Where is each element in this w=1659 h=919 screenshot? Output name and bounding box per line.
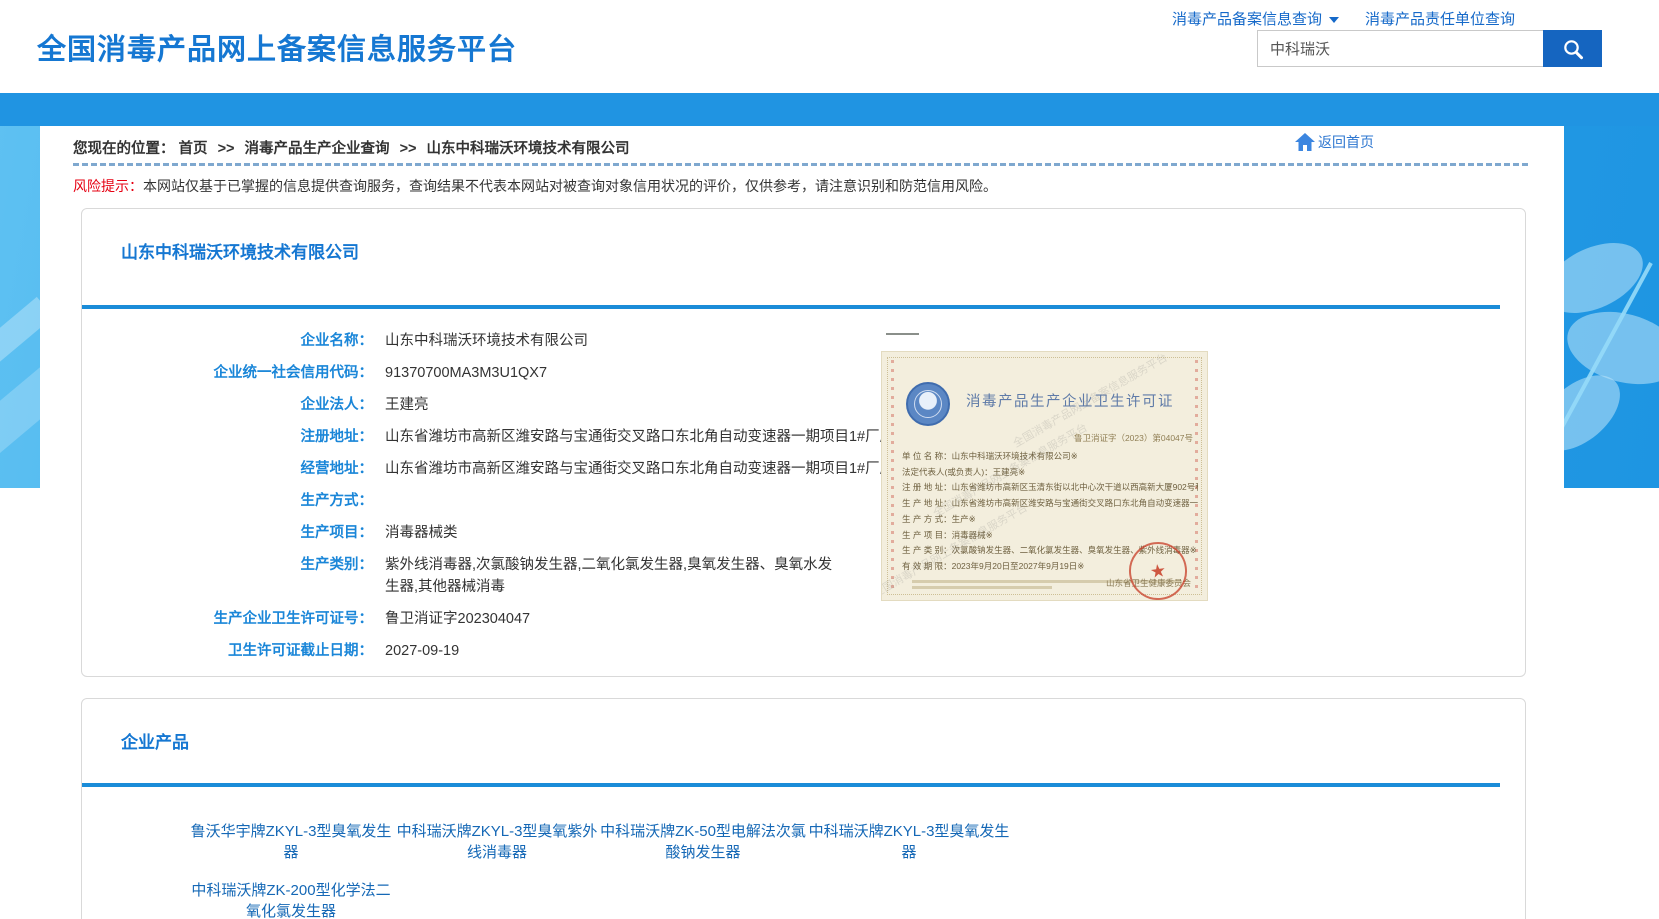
certificate-line: 法定代表人(或负责人)：王建亮※ bbox=[902, 465, 1198, 481]
field-row: 注册地址：山东省潍坊市高新区潍安路与宝通街交叉路口东北角自动变速器一期项目1#厂… bbox=[82, 421, 1525, 453]
product-link[interactable]: 中科瑞沃牌ZKYL-3型臭氧紫外线消毒器 bbox=[394, 821, 600, 863]
field-value: 91370700MA3M3U1QX7 bbox=[373, 362, 547, 384]
certificate-edge-dots bbox=[891, 360, 894, 592]
search-icon bbox=[1561, 37, 1585, 61]
header-blue-band bbox=[0, 93, 1659, 126]
field-value: 王建亮 bbox=[373, 394, 429, 416]
certificate-line: 生 产 方 式：生产※ bbox=[902, 512, 1198, 528]
home-icon bbox=[1294, 132, 1316, 152]
nav-link-label: 消毒产品责任单位查询 bbox=[1365, 8, 1515, 29]
field-value: 消毒器械类 bbox=[373, 522, 458, 544]
field-label: 注册地址： bbox=[82, 426, 373, 448]
field-value: 鲁卫消证字202304047 bbox=[373, 608, 530, 630]
field-label: 生产项目： bbox=[82, 522, 373, 544]
products-card: 企业产品 鲁沃华宇牌ZKYL-3型臭氧发生器 中科瑞沃牌ZKYL-3型臭氧紫外线… bbox=[81, 698, 1526, 919]
certificate-number: 鲁卫消证字（2023）第04047号 bbox=[1074, 432, 1193, 444]
risk-notice: 风险提示：本网站仅基于已掌握的信息提供查询服务，查询结果不代表本网站对被查询对象… bbox=[73, 178, 1531, 195]
product-link[interactable]: 鲁沃华宇牌ZKYL-3型臭氧发生器 bbox=[188, 821, 394, 863]
field-label: 企业统一社会信用代码： bbox=[82, 362, 373, 384]
field-row: 企业法人：王建亮 bbox=[82, 389, 1525, 421]
search-box bbox=[1257, 30, 1602, 67]
company-card-title: 山东中科瑞沃环境技术有限公司 bbox=[82, 209, 1525, 265]
card-title-underline bbox=[82, 783, 1500, 787]
top-nav: 消毒产品备案信息查询 消毒产品责任单位查询 bbox=[1172, 8, 1515, 29]
breadcrumb-link-enterprise-query[interactable]: 消毒产品生产企业查询 bbox=[245, 141, 390, 157]
nav-link-label: 消毒产品备案信息查询 bbox=[1172, 8, 1322, 29]
back-home-label: 返回首页 bbox=[1318, 132, 1374, 152]
certificate-fineprint bbox=[912, 586, 1052, 589]
certificate-line: 生 产 项 目：消毒器械※ bbox=[902, 528, 1198, 544]
product-link[interactable]: 中科瑞沃牌ZK-200型化学法二氧化氯发生器 bbox=[188, 880, 394, 919]
field-value: 山东中科瑞沃环境技术有限公司 bbox=[373, 330, 588, 352]
content-panel: 您现在的位置： 首页 >> 消毒产品生产企业查询 >> 山东中科瑞沃环境技术有限… bbox=[40, 126, 1564, 919]
field-row: 企业名称：山东中科瑞沃环境技术有限公司 bbox=[82, 325, 1525, 357]
breadcrumb-current: 山东中科瑞沃环境技术有限公司 bbox=[427, 141, 630, 157]
company-fields: 企业名称：山东中科瑞沃环境技术有限公司 企业统一社会信用代码：91370700M… bbox=[82, 325, 1525, 667]
field-label: 生产类别： bbox=[82, 554, 373, 576]
field-value: 山东省潍坊市高新区潍安路与宝通街交叉路口东北角自动变速器一期项目1#厂房 bbox=[373, 458, 894, 480]
breadcrumb-separator: >> bbox=[394, 141, 423, 157]
field-row: 经营地址：山东省潍坊市高新区潍安路与宝通街交叉路口东北角自动变速器一期项目1#厂… bbox=[82, 453, 1525, 485]
header: 全国消毒产品网上备案信息服务平台 消毒产品备案信息查询 消毒产品责任单位查询 bbox=[0, 0, 1659, 93]
field-label: 生产企业卫生许可证号： bbox=[82, 608, 373, 630]
field-label: 企业法人： bbox=[82, 394, 373, 416]
field-row: 企业统一社会信用代码：91370700MA3M3U1QX7 bbox=[82, 357, 1525, 389]
field-label: 经营地址： bbox=[82, 458, 373, 480]
field-row: 卫生许可证截止日期：2027-09-19 bbox=[82, 635, 1525, 667]
breadcrumb-row: 您现在的位置： 首页 >> 消毒产品生产企业查询 >> 山东中科瑞沃环境技术有限… bbox=[40, 126, 1564, 156]
card-title-underline bbox=[82, 305, 1500, 309]
field-value: 2027-09-19 bbox=[373, 640, 459, 662]
field-label: 卫生许可证截止日期： bbox=[82, 640, 373, 662]
field-row: 生产方式： bbox=[82, 485, 1525, 517]
seal-star: ★ bbox=[1149, 559, 1168, 582]
certificate-title: 消毒产品生产企业卫生许可证 bbox=[966, 390, 1174, 411]
field-label: 生产方式： bbox=[82, 490, 373, 512]
search-input[interactable] bbox=[1257, 30, 1543, 67]
nav-link-filing-info-query[interactable]: 消毒产品备案信息查询 bbox=[1172, 8, 1339, 29]
certificate-line: 注 册 地 址：山东省潍坊市高新区玉清东街以北中心次干道以西高新大厦902号科苑 bbox=[902, 480, 1198, 496]
chevron-down-icon bbox=[1329, 17, 1339, 23]
certificate-line: 单 位 名 称：山东中科瑞沃环境技术有限公司※ bbox=[902, 449, 1198, 465]
product-list: 鲁沃华宇牌ZKYL-3型臭氧发生器 中科瑞沃牌ZKYL-3型臭氧紫外线消毒器 中… bbox=[188, 821, 1118, 919]
field-value: 山东省潍坊市高新区潍安路与宝通街交叉路口东北角自动变速器一期项目1#厂房 bbox=[373, 426, 894, 448]
license-certificate-image: 消毒产品生产企业卫生许可证 鲁卫消证字（2023）第04047号 单 位 名 称… bbox=[881, 351, 1208, 601]
breadcrumb-prefix: 您现在的位置： bbox=[73, 141, 175, 157]
back-home-link[interactable]: 返回首页 bbox=[1294, 132, 1374, 152]
scan-artifact-dash bbox=[886, 333, 919, 335]
risk-label: 风险提示： bbox=[73, 178, 143, 194]
company-info-card: 山东中科瑞沃环境技术有限公司 企业名称：山东中科瑞沃环境技术有限公司 企业统一社… bbox=[81, 208, 1526, 677]
field-row: 生产类别：紫外线消毒器,次氯酸钠发生器,二氧化氯发生器,臭氧发生器、臭氧水发生器… bbox=[82, 549, 1525, 603]
product-link[interactable]: 中科瑞沃牌ZKYL-3型臭氧发生器 bbox=[806, 821, 1012, 863]
certificate-line: 生 产 地 址：山东省潍坊市高新区潍安路与宝通街交叉路口东北角自动变速器一期项目… bbox=[902, 496, 1198, 512]
breadcrumb-link-home[interactable]: 首页 bbox=[179, 141, 208, 157]
field-label: 企业名称： bbox=[82, 330, 373, 352]
product-link[interactable]: 中科瑞沃牌ZK-50型电解法次氯酸钠发生器 bbox=[600, 821, 806, 863]
risk-text: 本网站仅基于已掌握的信息提供查询服务，查询结果不代表本网站对被查询对象信用状况的… bbox=[143, 178, 997, 194]
products-card-title: 企业产品 bbox=[82, 699, 1525, 755]
national-emblem-icon bbox=[906, 382, 950, 426]
dashed-divider bbox=[73, 163, 1528, 166]
field-row: 生产企业卫生许可证号：鲁卫消证字202304047 bbox=[82, 603, 1525, 635]
field-value: 紫外线消毒器,次氯酸钠发生器,二氧化氯发生器,臭氧发生器、臭氧水发生器,其他器械… bbox=[373, 554, 843, 598]
nav-link-responsible-unit-query[interactable]: 消毒产品责任单位查询 bbox=[1365, 8, 1515, 29]
breadcrumb-separator: >> bbox=[212, 141, 241, 157]
page-title: 全国消毒产品网上备案信息服务平台 bbox=[37, 26, 517, 68]
field-row: 生产项目：消毒器械类 bbox=[82, 517, 1525, 549]
search-button[interactable] bbox=[1543, 30, 1602, 67]
